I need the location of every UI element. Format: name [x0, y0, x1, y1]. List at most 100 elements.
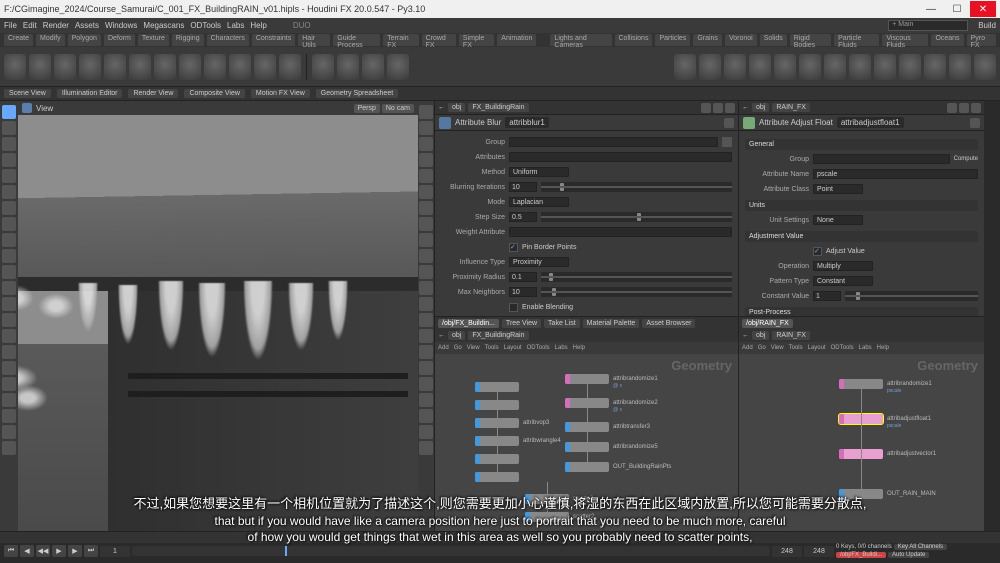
shelf-tool-icon[interactable] — [337, 54, 359, 80]
shelf-tool-icon[interactable] — [749, 54, 771, 80]
network-node[interactable]: attribrandomize1pscale — [839, 379, 883, 389]
pin-icon[interactable] — [947, 103, 957, 113]
net-menu-tools[interactable]: Tools — [485, 345, 499, 351]
iterations-field[interactable]: 10 — [509, 182, 537, 192]
weight-field[interactable] — [509, 227, 732, 237]
back-icon[interactable]: ← — [742, 332, 749, 339]
pane-tab[interactable]: Render View — [128, 89, 178, 98]
adjust-checkbox[interactable] — [813, 247, 822, 256]
shelf-tab[interactable]: Particle Fluids — [834, 34, 879, 46]
shelf-tab[interactable]: Modify — [36, 34, 65, 46]
auto-update-button[interactable]: Auto Update — [888, 552, 929, 558]
shelf-tool-icon[interactable] — [179, 54, 201, 80]
shelf-tool-icon[interactable] — [254, 54, 276, 80]
network-node[interactable] — [475, 382, 519, 392]
net-menu-help[interactable]: Help — [573, 345, 585, 351]
rotate-tool-icon[interactable] — [2, 137, 16, 151]
tool-icon[interactable] — [2, 297, 16, 311]
shelf-tab[interactable]: Viscous Fluids — [882, 34, 928, 46]
tool-icon[interactable] — [2, 201, 16, 215]
menu-help[interactable]: Help — [250, 21, 266, 30]
shelf-tool-icon[interactable] — [4, 54, 26, 80]
help-icon[interactable] — [725, 103, 735, 113]
path-chip[interactable]: obj — [752, 331, 769, 340]
operation-dropdown[interactable]: Multiply — [813, 261, 873, 271]
shelf-tool-icon[interactable] — [104, 54, 126, 80]
maximize-button[interactable]: ☐ — [944, 1, 970, 17]
shelf-tool-icon[interactable] — [312, 54, 334, 80]
back-icon[interactable]: ← — [438, 104, 445, 111]
section-postprocess[interactable]: Post-Process — [745, 307, 978, 316]
shelf-tab[interactable]: Lights and Cameras — [550, 34, 611, 46]
shelf-tool-icon[interactable] — [387, 54, 409, 80]
shelf-tool-icon[interactable] — [674, 54, 696, 80]
display-option-icon[interactable] — [419, 185, 433, 199]
path-chip[interactable]: obj — [448, 103, 465, 112]
network-tab[interactable]: /obj/FX_Buildin... — [438, 319, 499, 328]
section-general[interactable]: General — [745, 139, 978, 150]
shelf-tab[interactable]: Constraints — [252, 34, 295, 46]
shelf-tool-icon[interactable] — [29, 54, 51, 80]
timeline-track[interactable] — [132, 546, 770, 556]
select-tool-icon[interactable] — [2, 105, 16, 119]
display-option-icon[interactable] — [419, 441, 433, 455]
tool-icon[interactable] — [2, 313, 16, 327]
gear-icon[interactable] — [959, 103, 969, 113]
section-units[interactable]: Units — [745, 200, 978, 211]
tool-icon[interactable] — [2, 265, 16, 279]
shelf-tool-icon[interactable] — [129, 54, 151, 80]
path-chip[interactable]: obj — [448, 331, 465, 340]
start-frame-field[interactable]: 1 — [100, 546, 130, 557]
display-option-icon[interactable] — [419, 297, 433, 311]
camera-menu-button[interactable]: Persp — [354, 104, 380, 113]
shelf-tab[interactable]: Guide Process — [333, 34, 380, 46]
display-option-icon[interactable] — [419, 121, 433, 135]
play-button[interactable]: ▶ — [52, 545, 66, 557]
shelf-tab[interactable]: Create — [4, 34, 33, 46]
menu-odtools[interactable]: ODTools — [190, 21, 221, 30]
menu-file[interactable]: File — [4, 21, 17, 30]
tool-icon[interactable] — [2, 169, 16, 183]
shelf-tool-icon[interactable] — [54, 54, 76, 80]
net-menu-layout[interactable]: Layout — [504, 345, 522, 351]
display-option-icon[interactable] — [419, 265, 433, 279]
shelf-tool-icon[interactable] — [924, 54, 946, 80]
section-adjustment[interactable]: Adjustment Value — [745, 231, 978, 242]
display-option-icon[interactable] — [419, 137, 433, 151]
menu-edit[interactable]: Edit — [23, 21, 37, 30]
shelf-tab[interactable]: Rigging — [172, 34, 204, 46]
net-menu-help[interactable]: Help — [877, 345, 889, 351]
shelf-tool-icon[interactable] — [949, 54, 971, 80]
group-field[interactable] — [509, 137, 718, 147]
method-dropdown[interactable]: Uniform — [509, 167, 569, 177]
net-menu-labs[interactable]: Labs — [555, 345, 568, 351]
menu-megascans[interactable]: Megascans — [143, 21, 184, 30]
pane-tab[interactable]: Illumination Editor — [57, 89, 123, 98]
display-option-icon[interactable] — [419, 345, 433, 359]
attrclass-dropdown[interactable]: Point — [813, 184, 863, 194]
net-menu-odtools[interactable]: ODTools — [831, 345, 854, 351]
back-icon[interactable]: ← — [742, 104, 749, 111]
shelf-tool-icon[interactable] — [849, 54, 871, 80]
menu-labs[interactable]: Labs — [227, 21, 244, 30]
menu-duo[interactable]: DUO — [293, 21, 311, 30]
shelf-tab[interactable]: Terrain FX — [383, 34, 418, 46]
current-frame-field[interactable]: 248 — [772, 546, 802, 557]
stepsize-field[interactable]: 0.5 — [509, 212, 537, 222]
pattern-dropdown[interactable]: Constant — [813, 276, 873, 286]
menu-render[interactable]: Render — [43, 21, 69, 30]
net-menu-view[interactable]: View — [771, 345, 784, 351]
display-option-icon[interactable] — [419, 361, 433, 375]
shelf-tool-icon[interactable] — [799, 54, 821, 80]
shelf-tab[interactable]: Oceans — [931, 34, 963, 46]
display-option-icon[interactable] — [419, 169, 433, 183]
display-option-icon[interactable] — [419, 153, 433, 167]
network-tab[interactable]: /obj/RAIN_FX — [742, 319, 793, 328]
desktop-selector[interactable]: Build — [978, 21, 996, 30]
shelf-tab[interactable]: Characters — [207, 34, 249, 46]
tool-icon[interactable] — [2, 185, 16, 199]
net-menu-go[interactable]: Go — [758, 345, 766, 351]
shelf-tab[interactable]: Simple FX — [459, 34, 494, 46]
pin-checkbox[interactable] — [509, 243, 518, 252]
shelf-tab[interactable]: Collisions — [615, 34, 653, 46]
